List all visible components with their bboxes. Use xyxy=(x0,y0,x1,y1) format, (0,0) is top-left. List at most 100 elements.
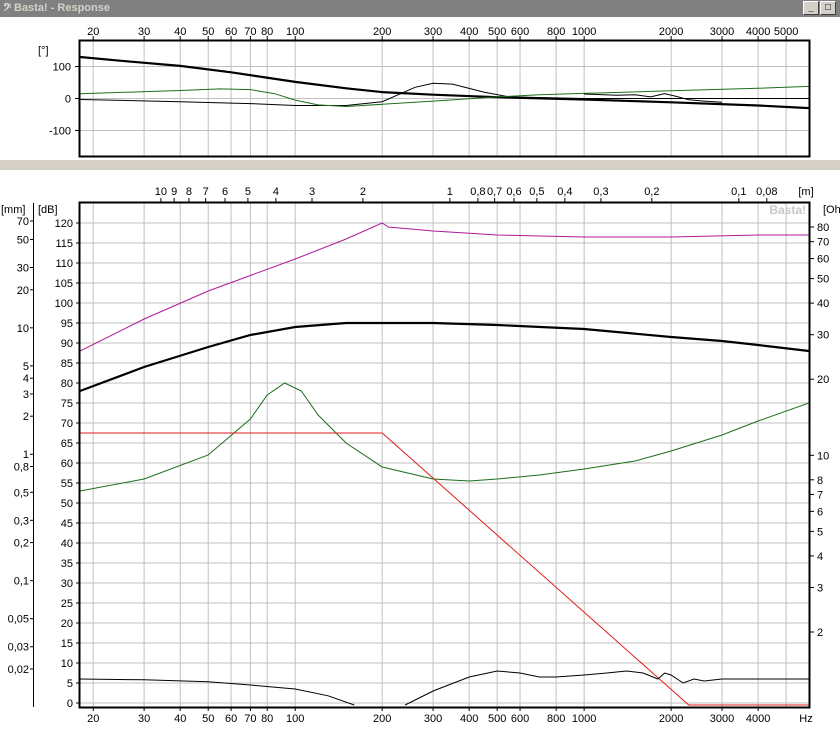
phase-axes: 20 30 40 50 60 70 80 100 200 300 400 500 600 800 1000 2… xyxy=(38,26,798,137)
impedance-tick-60: 60 xyxy=(817,254,829,266)
excursion-tick-3: 3 xyxy=(23,389,29,401)
impedance-tick-10: 10 xyxy=(817,450,829,462)
resp-x-tick-400: 400 xyxy=(460,713,478,725)
excursion-tick-70: 70 xyxy=(17,216,29,228)
resp-x-tick-100: 100 xyxy=(286,713,304,725)
wavelength-tick-5: 5 xyxy=(245,186,251,198)
phase-x-tick-30: 30 xyxy=(138,26,150,38)
resp-x-tick-50: 50 xyxy=(202,713,214,725)
excursion-tick-10: 10 xyxy=(17,323,29,335)
impedance-tick-7: 7 xyxy=(817,489,823,501)
phase-x-tick-50: 50 xyxy=(202,26,214,38)
resp-db-tick-50: 50 xyxy=(61,498,73,510)
impedance-tick-20: 20 xyxy=(817,374,829,386)
excursion-tick-4: 4 xyxy=(23,373,29,385)
resp-db-tick-105: 105 xyxy=(55,278,73,290)
window-title: Basta! - Response xyxy=(14,2,110,14)
resp-x-tick-500: 500 xyxy=(488,713,506,725)
basta-watermark: Basta! xyxy=(769,203,806,217)
impedance-tick-8: 8 xyxy=(817,475,823,487)
excursion-tick-0,02: 0,02 xyxy=(8,664,29,676)
resp-x-tick-4000: 4000 xyxy=(746,713,770,725)
resp-db-tick-55: 55 xyxy=(61,478,73,490)
phase-x-tick-1000: 1000 xyxy=(572,26,596,38)
excursion-tick-0,2: 0,2 xyxy=(14,538,29,550)
impedance-tick-4: 4 xyxy=(817,551,823,563)
resp-db-tick-15: 15 xyxy=(61,638,73,650)
resp-db-tick-0: 0 xyxy=(67,698,73,710)
phase-x-tick-2000: 2000 xyxy=(659,26,683,38)
excursion-tick-30: 30 xyxy=(17,263,29,275)
resp-x-tick-60: 60 xyxy=(225,713,237,725)
response-axes: 20 30 40 50 60 70 80 100 200 300 400 500 600 800 1000 2… xyxy=(1,186,840,725)
resp-db-tick-5: 5 xyxy=(67,678,73,690)
resp-db-tick-70: 70 xyxy=(61,418,73,430)
response-plot-frame xyxy=(78,201,811,709)
pane-splitter[interactable] xyxy=(0,160,840,170)
phase-x-tick-40: 40 xyxy=(174,26,186,38)
resp-x-tick-1000: 1000 xyxy=(572,713,596,725)
excursion-tick-0,8: 0,8 xyxy=(14,461,29,473)
phase-y-unit: [°] xyxy=(38,45,49,57)
resp-x-tick-30: 30 xyxy=(138,713,150,725)
resp-series-group_delay_b xyxy=(404,670,809,706)
resp-db-tick-35: 35 xyxy=(61,558,73,570)
resp-x-tick-2000: 2000 xyxy=(659,713,683,725)
phase-x-tick-60: 60 xyxy=(225,26,237,38)
wavelength-tick-0,5: 0,5 xyxy=(529,186,544,198)
resp-db-tick-115: 115 xyxy=(55,238,73,250)
excursion-tick-0,1: 0,1 xyxy=(14,576,29,588)
phase-y-tick--100: -100 xyxy=(49,125,71,137)
response-grid xyxy=(80,203,809,707)
resp-series-excursion xyxy=(80,432,809,706)
impedance-tick-5: 5 xyxy=(817,526,823,538)
minimize-button[interactable]: _ xyxy=(803,1,819,15)
impedance-tick-3: 3 xyxy=(817,582,823,594)
phase-y-tick-0: 0 xyxy=(65,94,71,106)
resp-x-unit: Hz xyxy=(799,713,812,725)
excursion-tick-20: 20 xyxy=(17,285,29,297)
wavelength-tick-0,6: 0,6 xyxy=(506,186,521,198)
wavelength-tick-9: 9 xyxy=(171,186,177,198)
resp-db-tick-40: 40 xyxy=(61,538,73,550)
excursion-tick-0,03: 0,03 xyxy=(8,642,29,654)
phase-x-tick-20: 20 xyxy=(87,26,99,38)
resp-x-tick-40: 40 xyxy=(174,713,186,725)
resp-x-tick-200: 200 xyxy=(373,713,391,725)
resp-db-tick-95: 95 xyxy=(61,318,73,330)
excursion-tick-50: 50 xyxy=(17,234,29,246)
resp-db-tick-25: 25 xyxy=(61,598,73,610)
excursion-tick-0,5: 0,5 xyxy=(14,487,29,499)
resp-db-tick-10: 10 xyxy=(61,658,73,670)
resp-db-tick-100: 100 xyxy=(55,298,73,310)
phase-x-tick-5000: 5000 xyxy=(774,26,798,38)
phase-x-tick-70: 70 xyxy=(244,26,256,38)
wavelength-tick-2: 2 xyxy=(360,186,366,198)
excursion-tick-5: 5 xyxy=(23,361,29,373)
impedance-tick-6: 6 xyxy=(817,506,823,518)
maximize-button[interactable]: □ xyxy=(820,1,836,15)
wavelength-tick-8: 8 xyxy=(186,186,192,198)
excursion-tick-0,05: 0,05 xyxy=(8,614,29,626)
resp-db-tick-90: 90 xyxy=(61,338,73,350)
impedance-tick-50: 50 xyxy=(817,274,829,286)
wavelength-tick-0,7: 0,7 xyxy=(487,186,502,198)
wavelength-tick-3: 3 xyxy=(309,186,315,198)
wavelength-tick-0,8: 0,8 xyxy=(470,186,485,198)
resp-x-tick-80: 80 xyxy=(261,713,273,725)
impedance-tick-40: 40 xyxy=(817,298,829,310)
wavelength-tick-7: 7 xyxy=(203,186,209,198)
phase-x-tick-300: 300 xyxy=(424,26,442,38)
wavelength-tick-4: 4 xyxy=(273,186,279,198)
wavelength-tick-0,2: 0,2 xyxy=(644,186,659,198)
phase-x-tick-3000: 3000 xyxy=(710,26,734,38)
resp-x-tick-20: 20 xyxy=(87,713,99,725)
wavelength-tick-1: 1 xyxy=(447,186,453,198)
impedance-tick-80: 80 xyxy=(817,222,829,234)
resp-db-tick-85: 85 xyxy=(61,358,73,370)
response-series-group xyxy=(80,222,809,706)
window-titlebar: 𝄢 Basta! - Response _ □ xyxy=(0,0,840,17)
phase-x-tick-500: 500 xyxy=(488,26,506,38)
wavelength-tick-0,4: 0,4 xyxy=(557,186,572,198)
phase-chart: 20 30 40 50 60 70 80 100 200 300 400 500 600 800 1000 2… xyxy=(38,26,811,158)
